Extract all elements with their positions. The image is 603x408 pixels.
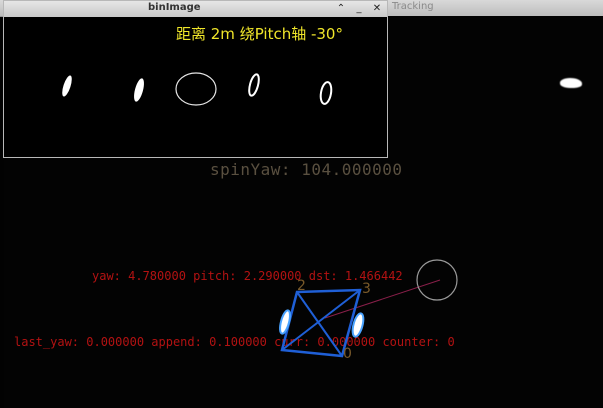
armor-box-diagonal-a <box>296 291 343 357</box>
corner-label-3: 3 <box>362 281 371 297</box>
blob-1 <box>62 75 72 97</box>
roll-up-button[interactable]: ⌃ <box>334 2 348 16</box>
blob-4 <box>319 81 333 105</box>
bin-image-canvas: 距离 2m 绕Pitch轴 -30° <box>4 17 387 157</box>
close-button[interactable]: ✕ <box>370 2 384 16</box>
blob-circle <box>175 72 217 106</box>
bin-image-titlebar[interactable]: binImage ⌃ _ ✕ <box>4 1 387 18</box>
corner-label-2: 2 <box>297 278 306 294</box>
minimize-button[interactable]: _ <box>352 2 366 16</box>
corner-label-0: 0 <box>343 346 352 362</box>
target-circle <box>416 259 458 301</box>
left-light-bar <box>279 309 291 335</box>
distance-pitch-caption: 距离 2m 绕Pitch轴 -30° <box>176 25 343 43</box>
bin-image-window-title: binImage <box>148 2 201 13</box>
blob-3 <box>248 73 260 97</box>
blob-2 <box>134 78 144 102</box>
tracking-target-line <box>324 279 441 319</box>
bin-image-window: binImage ⌃ _ ✕ 距离 2m 绕Pitch轴 -30° <box>3 0 388 158</box>
armor-box-diagonal-b <box>281 289 361 351</box>
